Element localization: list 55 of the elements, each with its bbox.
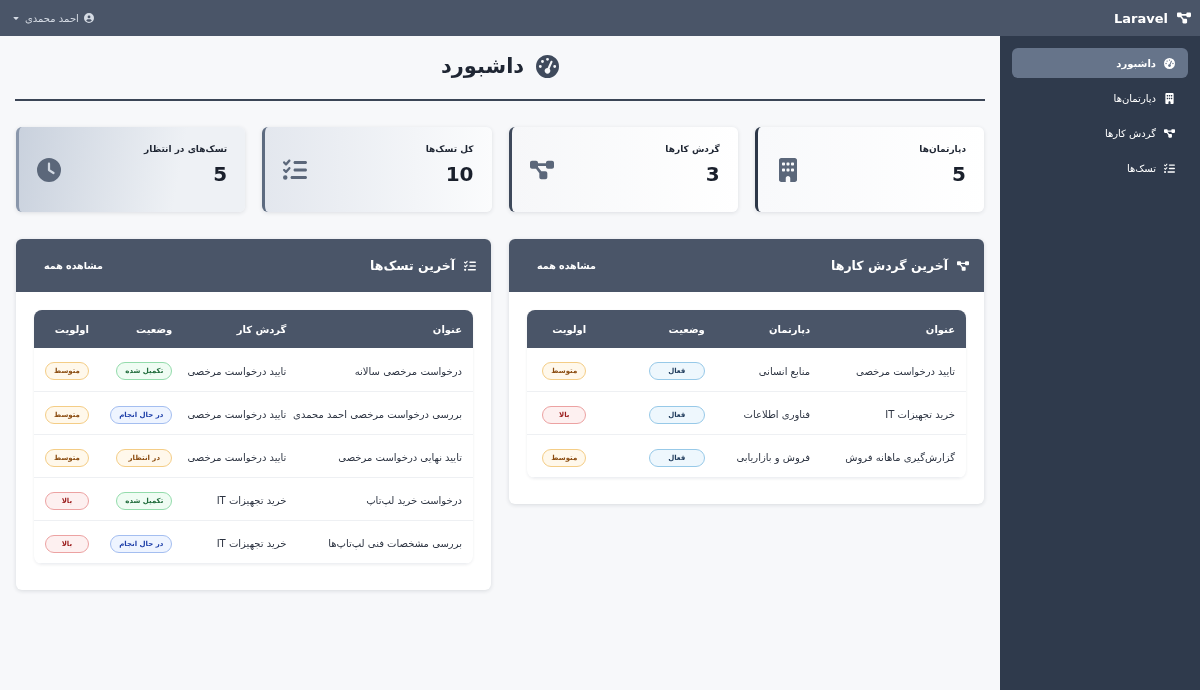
stat-value: 3 — [705, 162, 720, 186]
table-cell: خرید تجهیزات IT — [216, 538, 287, 549]
panel-title: آخرین گردش کارها — [831, 258, 948, 273]
checklist-icon — [1164, 162, 1175, 174]
gauge-icon — [1164, 57, 1175, 69]
diagram-icon — [1177, 11, 1191, 25]
table-cell: تایید درخواست مرخصی — [187, 365, 287, 377]
column-header: وضعیت — [597, 310, 716, 348]
column-header: دپارتمان — [715, 310, 822, 348]
column-header: اولویت — [34, 310, 100, 348]
table-cell: تایید درخواست مرخصی — [187, 452, 287, 463]
column-header: عنوان — [297, 310, 473, 348]
column-header: وضعیت — [99, 310, 184, 348]
caret-icon — [12, 14, 20, 22]
table-cell: منابع انسانی — [758, 365, 811, 377]
gauge-icon — [536, 54, 560, 78]
stat-label: کل تسک‌ها — [425, 144, 474, 154]
checklist-icon — [283, 157, 308, 182]
sidebar-item[interactable]: تسک‌ها — [1012, 153, 1188, 183]
table-cell: بررسی درخواست مرخصی احمد محمدی — [293, 409, 462, 420]
stat-value: 10 — [445, 162, 474, 186]
table-cell: خرید تجهیزات IT — [885, 409, 955, 420]
sidebar-item[interactable]: گردش کارها — [1012, 118, 1188, 148]
diagram-icon — [957, 259, 969, 272]
column-header: اولویت — [527, 310, 598, 348]
panel-title: آخرین تسک‌ها — [370, 258, 455, 273]
diagram-icon — [1164, 127, 1175, 139]
column-header: عنوان — [821, 310, 966, 348]
stat-value: 5 — [213, 162, 228, 186]
table-cell: درخواست خرید لپ‌تاپ — [366, 495, 462, 506]
user-icon — [83, 13, 94, 23]
table-cell: خرید تجهیزات IT — [216, 495, 287, 506]
stat-value: 5 — [952, 162, 966, 186]
table-cell: بررسی مشخصات فنی لپ‌تاپ‌ها — [328, 538, 462, 549]
table-cell: تایید درخواست مرخصی — [187, 409, 287, 420]
sidebar-item[interactable]: داشبورد — [1012, 48, 1188, 78]
table-cell: درخواست مرخصی سالانه — [354, 365, 462, 377]
checklist-icon — [464, 259, 476, 272]
building-icon — [1164, 92, 1175, 104]
table-cell: فناوری اطلاعات — [743, 409, 811, 420]
stat-label: تسک‌های در انتظار — [144, 144, 228, 154]
sidebar-item[interactable]: دپارتمان‌ها — [1012, 83, 1188, 113]
table-cell: تایید درخواست مرخصی — [856, 365, 955, 377]
page-title: داشبورد — [440, 54, 525, 78]
user-menu-button[interactable]: احمد محمدی — [12, 10, 94, 26]
table-cell: فروش و بازاریابی — [736, 452, 811, 463]
table-cell: گزارش‌گیری ماهانه فروش — [845, 452, 955, 463]
view-all-link[interactable]: مشاهده همه — [537, 260, 596, 271]
table-cell: تایید نهایی درخواست مرخصی — [338, 452, 462, 463]
stat-label: گردش کارها — [665, 144, 720, 154]
brand-name[interactable]: Laravel — [1114, 10, 1168, 26]
view-all-link[interactable]: مشاهده همه — [44, 260, 103, 271]
stat-label: دپارتمان‌ها — [919, 144, 966, 154]
clock-icon — [37, 157, 61, 182]
column-header: گردش کار — [183, 310, 298, 348]
